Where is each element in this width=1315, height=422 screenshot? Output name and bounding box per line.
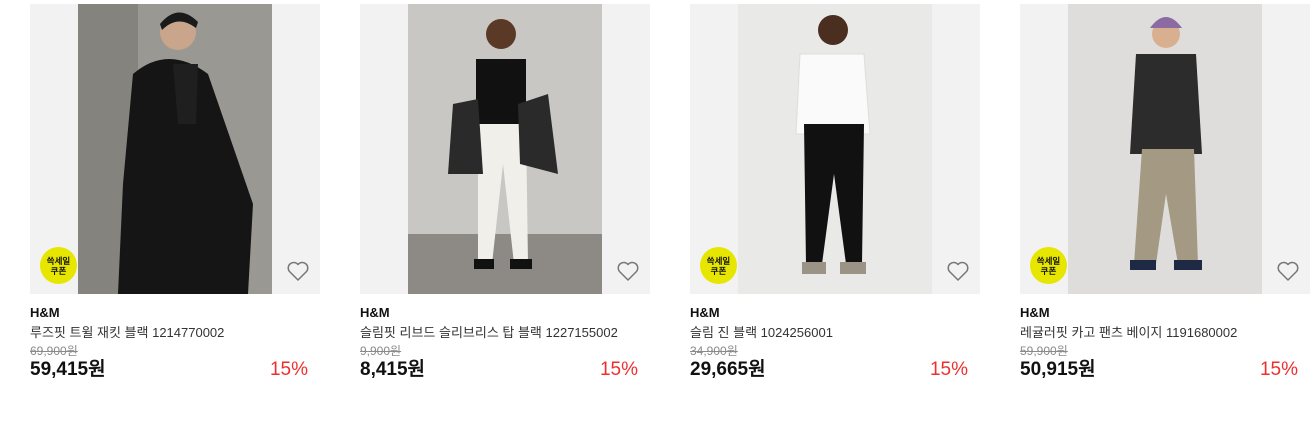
heart-outline-icon[interactable] bbox=[946, 259, 970, 283]
product-name[interactable]: 레귤러핏 카고 팬츠 베이지 1191680002 bbox=[1020, 325, 1310, 341]
badge-line-2: 쿠폰 bbox=[1040, 265, 1057, 276]
product-card[interactable]: 쓱세일 쿠폰 H&M 레귤러핏 카고 팬츠 베이지 1191680002 59,… bbox=[1020, 4, 1310, 382]
coupon-badge: 쓱세일 쿠폰 bbox=[1030, 247, 1067, 284]
product-name[interactable]: 슬림 진 블랙 1024256001 bbox=[690, 325, 980, 341]
badge-line-2: 쿠폰 bbox=[710, 265, 727, 276]
product-photo bbox=[1068, 4, 1262, 294]
sale-price: 29,665원 bbox=[690, 359, 766, 380]
brand-name[interactable]: H&M bbox=[30, 305, 320, 321]
heart-outline-icon[interactable] bbox=[616, 259, 640, 283]
badge-line-1: 쓱세일 bbox=[1036, 255, 1061, 266]
coupon-badge: 쓱세일 쿠폰 bbox=[40, 247, 77, 284]
product-photo bbox=[78, 4, 272, 294]
product-photo bbox=[408, 4, 602, 294]
sale-price: 59,415원 bbox=[30, 359, 106, 380]
original-price: 34,900원 bbox=[690, 344, 738, 358]
badge-line-1: 쓱세일 bbox=[706, 255, 731, 266]
badge-line-1: 쓱세일 bbox=[46, 255, 71, 266]
original-price: 59,900원 bbox=[1020, 344, 1068, 358]
discount-rate: 15% bbox=[1259, 359, 1298, 380]
product-name[interactable]: 슬림핏 리브드 슬리브리스 탑 블랙 1227155002 bbox=[360, 325, 650, 341]
sale-price: 50,915원 bbox=[1020, 359, 1096, 380]
brand-name[interactable]: H&M bbox=[690, 305, 980, 321]
original-price: 9,900원 bbox=[360, 344, 402, 358]
discount-rate: 15% bbox=[929, 359, 968, 380]
product-image[interactable] bbox=[360, 4, 650, 294]
heart-outline-icon[interactable] bbox=[1276, 259, 1300, 283]
sale-price: 8,415원 bbox=[360, 359, 426, 380]
brand-name[interactable]: H&M bbox=[360, 305, 650, 321]
product-name[interactable]: 루즈핏 트윌 재킷 블랙 1214770002 bbox=[30, 325, 320, 341]
original-price: 69,900원 bbox=[30, 344, 78, 358]
coupon-badge: 쓱세일 쿠폰 bbox=[700, 247, 737, 284]
product-photo bbox=[738, 4, 932, 294]
brand-name[interactable]: H&M bbox=[1020, 305, 1310, 321]
product-image[interactable]: 쓱세일 쿠폰 bbox=[690, 4, 980, 294]
badge-line-2: 쿠폰 bbox=[50, 265, 67, 276]
product-image[interactable]: 쓱세일 쿠폰 bbox=[1020, 4, 1310, 294]
product-image[interactable]: 쓱세일 쿠폰 bbox=[30, 4, 320, 294]
product-card[interactable]: H&M 슬림핏 리브드 슬리브리스 탑 블랙 1227155002 9,900원… bbox=[360, 4, 650, 382]
product-card[interactable]: 쓱세일 쿠폰 H&M 슬림 진 블랙 1024256001 34,900원 29… bbox=[690, 4, 980, 382]
product-card[interactable]: 쓱세일 쿠폰 H&M 루즈핏 트윌 재킷 블랙 1214770002 69,90… bbox=[30, 4, 320, 382]
heart-outline-icon[interactable] bbox=[286, 259, 310, 283]
discount-rate: 15% bbox=[599, 359, 638, 380]
discount-rate: 15% bbox=[269, 359, 308, 380]
